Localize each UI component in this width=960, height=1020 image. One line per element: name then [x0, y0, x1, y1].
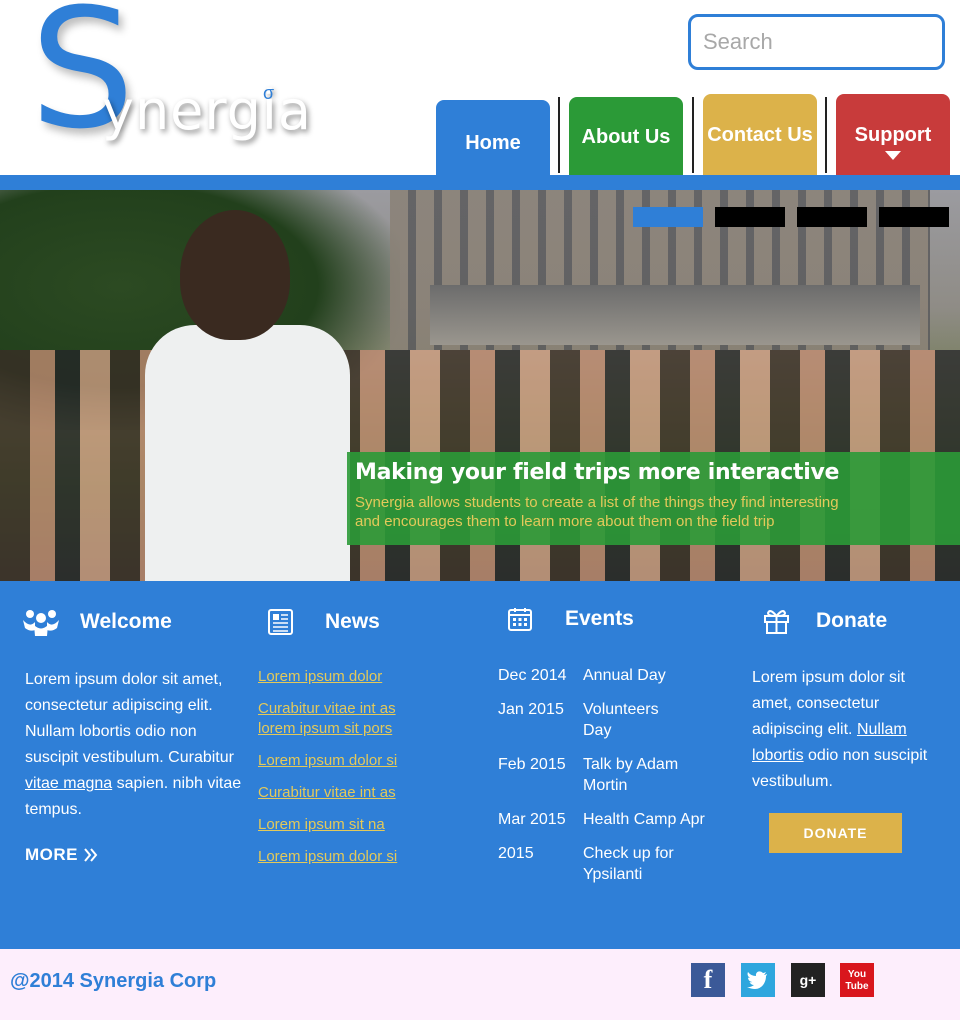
hero-description: Synergia allows students to create a lis…	[355, 493, 960, 531]
gift-icon	[764, 608, 789, 634]
logo-wordmark: ynergia	[102, 79, 313, 142]
news-item[interactable]: Lorem ipsum dolor si	[258, 847, 418, 867]
logo-mark: σ	[263, 83, 275, 103]
hero-photo-roof	[430, 285, 920, 345]
hero-title: Making your field trips more interactive	[355, 460, 840, 485]
welcome-link[interactable]: vitae magna	[25, 775, 112, 792]
nav-tab-home-label: Home	[465, 132, 521, 154]
events-heading: Events	[508, 607, 634, 631]
facebook-icon[interactable]: f	[691, 963, 725, 997]
more-link[interactable]: MORE	[25, 845, 98, 865]
more-label: MORE	[25, 845, 78, 864]
site-footer: @2014 Synergia Corp f g+ You Tube	[0, 949, 960, 1020]
copyright-text: @2014 Synergia Corp	[10, 970, 217, 992]
nav-tab-support[interactable]: Support	[836, 94, 950, 176]
nav-tab-contact[interactable]: Contact Us	[703, 94, 817, 176]
nav-tab-about-label: About Us	[581, 126, 671, 148]
hero-description-line2: and encourages them to learn more about …	[355, 513, 775, 530]
event-date: Dec 2014	[498, 667, 567, 684]
donate-text: Lorem ipsum dolor sit amet, consectetur …	[752, 665, 947, 795]
event-name[interactable]: Annual Day	[583, 665, 733, 686]
hero-caption: Making your field trips more interactive…	[347, 452, 960, 545]
search-box	[688, 14, 945, 70]
news-item[interactable]: Curabitur vitae int as lorem ipsum sit p…	[258, 699, 418, 739]
event-date: Feb 2015	[498, 756, 566, 773]
news-heading: News	[268, 609, 380, 635]
news-item[interactable]: Lorem ipsum dolor si	[258, 751, 418, 771]
nav-separator	[692, 97, 694, 173]
welcome-text: Lorem ipsum dolor sit amet, consectetur …	[25, 667, 245, 823]
facebook-glyph: f	[703, 965, 713, 994]
slide-indicator-4[interactable]	[879, 207, 949, 227]
event-date: Mar 2015	[498, 811, 566, 828]
caret-down-icon	[885, 151, 901, 160]
twitter-icon[interactable]	[741, 963, 775, 997]
welcome-title: Welcome	[80, 610, 172, 633]
header-divider-bar	[0, 175, 960, 190]
content-section: Welcome Lorem ipsum dolor sit amet, cons…	[0, 581, 960, 949]
news-item[interactable]: Lorem ipsum sit na	[258, 815, 418, 835]
donate-button[interactable]: DONATE	[769, 813, 902, 853]
youtube-glyph-line1: You	[847, 969, 867, 980]
welcome-text-part: Lorem ipsum dolor sit amet, consectetur …	[25, 671, 234, 766]
event-date: Jan 2015	[498, 701, 564, 718]
event-name[interactable]: Volunteers Day	[583, 699, 665, 741]
event-date: 2015	[498, 845, 534, 862]
event-name[interactable]: Check up for Ypsilanti	[583, 843, 688, 885]
nav-tab-home[interactable]: Home	[436, 100, 550, 176]
slide-indicator-1[interactable]	[633, 207, 703, 227]
hero-banner: Making your field trips more interactive…	[0, 190, 960, 581]
events-title: Events	[565, 607, 634, 630]
search-input[interactable]	[691, 17, 942, 67]
hero-description-line1: Synergia allows students to create a lis…	[355, 494, 839, 511]
nav-tab-contact-label: Contact Us	[707, 124, 813, 146]
news-item[interactable]: Lorem ipsum dolor	[258, 667, 418, 687]
synergia-logo[interactable]: S ynergia σ	[30, 0, 320, 165]
google-plus-glyph: g+	[799, 972, 817, 988]
site-header: S ynergia σ Home About Us Contact Us Sup…	[0, 0, 960, 176]
youtube-icon[interactable]: You Tube	[840, 963, 874, 997]
event-name[interactable]: Health Camp Apr	[583, 809, 743, 830]
newspaper-icon	[268, 609, 293, 635]
news-title: News	[325, 610, 380, 633]
calendar-icon	[508, 607, 532, 631]
donate-heading: Donate	[764, 608, 887, 634]
welcome-heading: Welcome	[22, 608, 172, 636]
slide-indicator-3[interactable]	[797, 207, 867, 227]
nav-tab-about[interactable]: About Us	[569, 97, 683, 176]
event-name[interactable]: Talk by Adam Mortin	[583, 754, 698, 796]
donate-title: Donate	[816, 609, 888, 632]
news-item[interactable]: Curabitur vitae int as	[258, 783, 418, 803]
twitter-bird-glyph	[747, 971, 767, 989]
hero-photo-guide	[145, 210, 350, 581]
nav-separator	[825, 97, 827, 173]
double-chevron-right-icon	[84, 848, 98, 862]
youtube-glyph-line2: Tube	[845, 981, 869, 992]
google-plus-icon[interactable]: g+	[791, 963, 825, 997]
nav-tab-support-label: Support	[854, 124, 932, 146]
people-icon	[22, 608, 60, 636]
nav-separator	[558, 97, 560, 173]
slide-indicator-2[interactable]	[715, 207, 785, 227]
